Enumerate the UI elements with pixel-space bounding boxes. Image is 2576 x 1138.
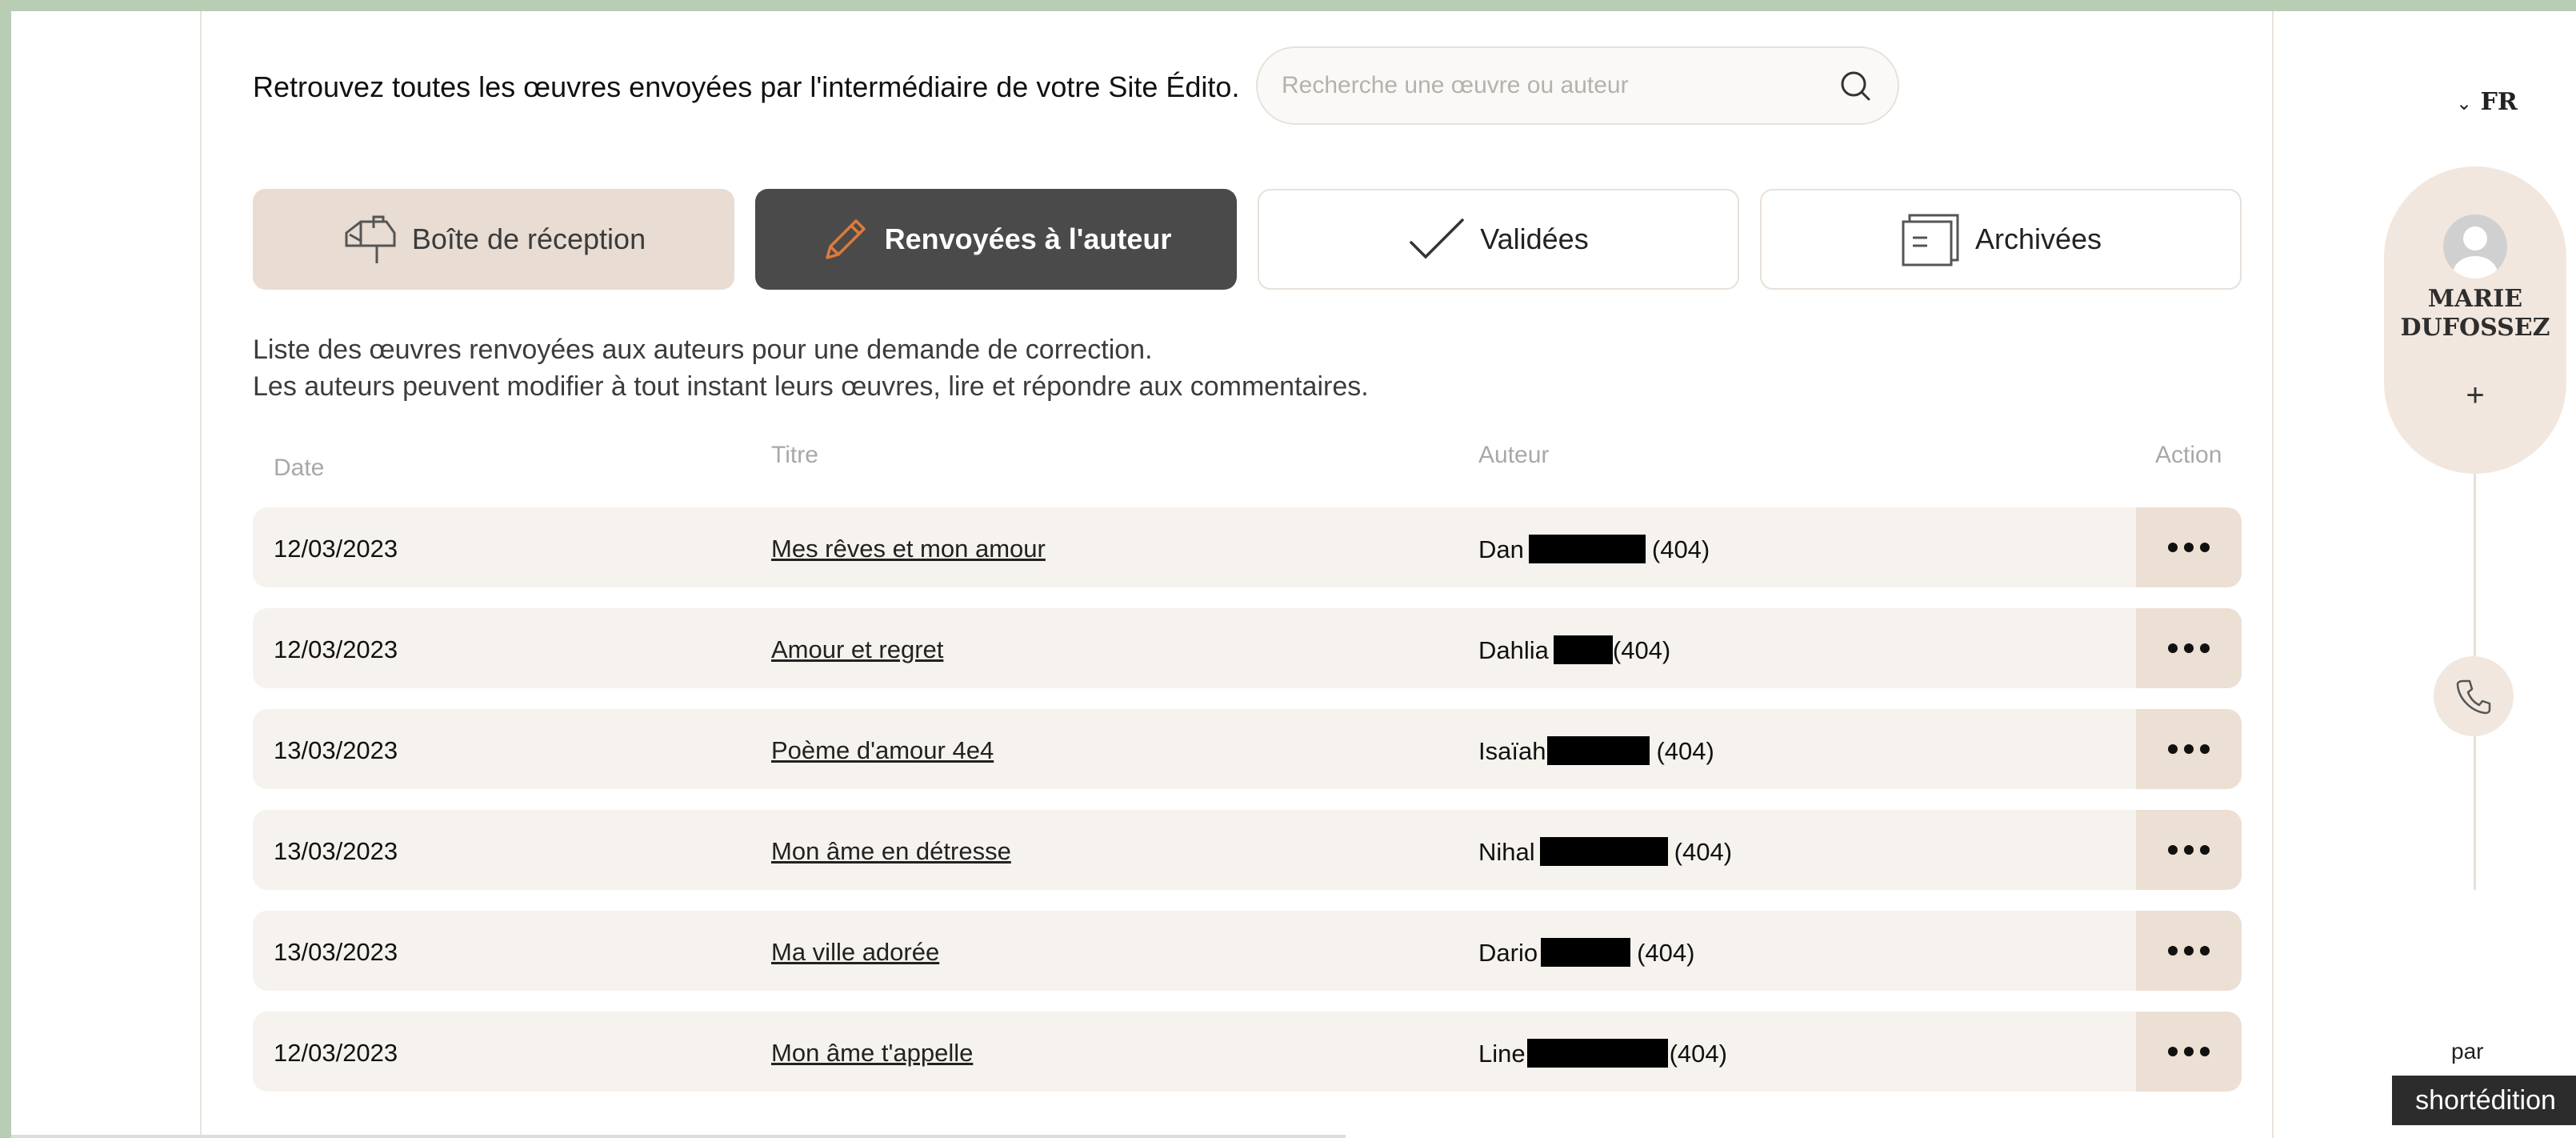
header-author: Auteur (1478, 442, 1550, 468)
table-row: 12/03/2023 Mon âme t'appelle Line (404) (253, 1012, 2242, 1092)
phone-icon (2456, 679, 2491, 715)
description-line-2: Les auteurs peuvent modifier à tout inst… (253, 371, 1369, 402)
right-sidebar: ⌄ FR MARIE DUFOSSEZ + par shortédition (2283, 11, 2576, 1138)
tab-sent-back[interactable]: Renvoyées à l'auteur (755, 189, 1237, 290)
user-first-name: MARIE (2427, 285, 2523, 313)
row-action-menu-button[interactable] (2136, 810, 2242, 890)
row-date: 12/03/2023 (274, 1039, 398, 1067)
add-button[interactable]: + (2384, 378, 2566, 414)
author-name: Dahlia (1478, 636, 1549, 664)
chevron-down-icon: ⌄ (2456, 92, 2473, 114)
table-row: 13/03/2023 Mon âme en détresse Nihal (404… (253, 810, 2242, 890)
author-suffix: (404) (1612, 636, 1671, 664)
row-title-link[interactable]: Mes rêves et mon amour (771, 535, 1046, 563)
search-input[interactable]: Recherche une œuvre ou auteur (1282, 72, 1629, 99)
redaction-block (1528, 535, 1646, 563)
user-name: MARIE DUFOSSEZ (2384, 285, 2566, 343)
row-action-menu-button[interactable] (2136, 1012, 2242, 1092)
table-row: 12/03/2023 Mes rêves et mon amour Dan (40… (253, 507, 2242, 587)
author-name: Dan (1478, 535, 1524, 563)
row-action-menu-button[interactable] (2136, 911, 2242, 991)
more-dots-icon (2168, 643, 2210, 653)
more-dots-icon (2168, 946, 2210, 956)
header-action: Action (2155, 442, 2222, 468)
row-title-link[interactable]: Poème d'amour 4e4 (771, 736, 994, 765)
app-frame: Retrouvez toutes les œuvres envoyées par… (11, 11, 2576, 1138)
row-title-link[interactable]: Mon âme t'appelle (771, 1039, 973, 1068)
language-label: FR (2480, 88, 2518, 116)
table-row: 13/03/2023 Poème d'amour 4e4 Isaïah (404) (253, 709, 2242, 789)
redaction-block (1541, 938, 1631, 967)
row-date: 12/03/2023 (274, 635, 398, 663)
row-author: Dan (404) (1478, 535, 1710, 564)
table-row: 12/03/2023 Amour et regret Dahlia (404) (253, 608, 2242, 688)
row-author: Line (404) (1478, 1039, 1727, 1068)
author-suffix: (404) (1637, 939, 1695, 967)
row-title-link[interactable]: Amour et regret (771, 635, 943, 664)
row-author: Dahlia (404) (1478, 635, 1670, 665)
redaction-block (1547, 736, 1650, 765)
intro-text: Retrouvez toutes les œuvres envoyées par… (253, 70, 1240, 103)
avatar (2443, 214, 2507, 278)
more-dots-icon (2168, 744, 2210, 754)
author-suffix: (404) (1656, 737, 1714, 765)
row-date: 13/03/2023 (274, 736, 398, 764)
main-content: Retrouvez toutes les œuvres envoyées par… (242, 11, 2243, 1138)
redaction-block (1526, 1039, 1668, 1068)
tab-sent-back-label: Renvoyées à l'auteur (884, 222, 1172, 255)
row-action-menu-button[interactable] (2136, 709, 2242, 789)
author-name: Isaïah (1478, 737, 1546, 765)
tab-inbox-label: Boîte de réception (411, 222, 646, 255)
redaction-block (1539, 837, 1668, 866)
row-action-menu-button[interactable] (2136, 608, 2242, 688)
right-divider (2272, 11, 2274, 1138)
more-dots-icon (2168, 845, 2210, 855)
horizontal-scrollbar[interactable] (11, 1135, 1346, 1138)
search-box[interactable]: Recherche une œuvre ou auteur (1256, 46, 1899, 125)
tab-archived[interactable]: Archivées (1760, 189, 2242, 290)
author-name: Dario (1478, 939, 1538, 967)
row-author: Isaïah (404) (1478, 736, 1714, 766)
language-selector[interactable]: ⌄ FR (2456, 88, 2518, 116)
archive-folder-icon (1902, 214, 1959, 266)
mailbox-icon (345, 215, 396, 263)
list-description: Liste des œuvres renvoyées aux auteurs p… (253, 331, 1369, 405)
row-author: Dario (404) (1478, 938, 1694, 968)
more-dots-icon (2168, 543, 2210, 552)
more-dots-icon (2168, 1047, 2210, 1056)
description-line-1: Liste des œuvres renvoyées aux auteurs p… (253, 335, 1153, 365)
author-name: Line (1478, 1040, 1526, 1068)
row-action-menu-button[interactable] (2136, 507, 2242, 587)
row-title-link[interactable]: Mon âme en détresse (771, 837, 1011, 866)
shortedition-logo[interactable]: shortédition (2392, 1076, 2576, 1125)
row-title-link[interactable]: Ma ville adorée (771, 938, 939, 967)
author-suffix: (404) (1669, 1040, 1727, 1068)
pencil-icon (825, 219, 866, 259)
search-icon[interactable] (1838, 69, 1874, 104)
left-divider (200, 11, 202, 1138)
author-name: Nihal (1478, 838, 1535, 866)
user-icon (2453, 226, 2498, 278)
row-date: 13/03/2023 (274, 837, 398, 865)
phone-button[interactable] (2434, 656, 2514, 736)
author-suffix: (404) (1674, 838, 1733, 866)
checkmark-icon (1410, 218, 1465, 259)
tab-validated[interactable]: Validées (1258, 189, 1739, 290)
by-label: par (2451, 1039, 2484, 1064)
author-suffix: (404) (1651, 535, 1710, 563)
tab-validated-label: Validées (1480, 222, 1589, 255)
header-title: Titre (771, 442, 818, 468)
row-date: 13/03/2023 (274, 938, 398, 966)
tab-archived-label: Archivées (1974, 222, 2102, 255)
tab-inbox[interactable]: Boîte de réception (253, 189, 734, 290)
row-author: Nihal (404) (1478, 837, 1732, 867)
user-profile-card[interactable]: MARIE DUFOSSEZ + (2384, 166, 2566, 474)
row-date: 12/03/2023 (274, 535, 398, 563)
user-last-name: DUFOSSEZ (2400, 314, 2550, 342)
header-date: Date (274, 455, 325, 481)
table-row: 13/03/2023 Ma ville adorée Dario (404) (253, 911, 2242, 991)
redaction-block (1553, 635, 1613, 664)
